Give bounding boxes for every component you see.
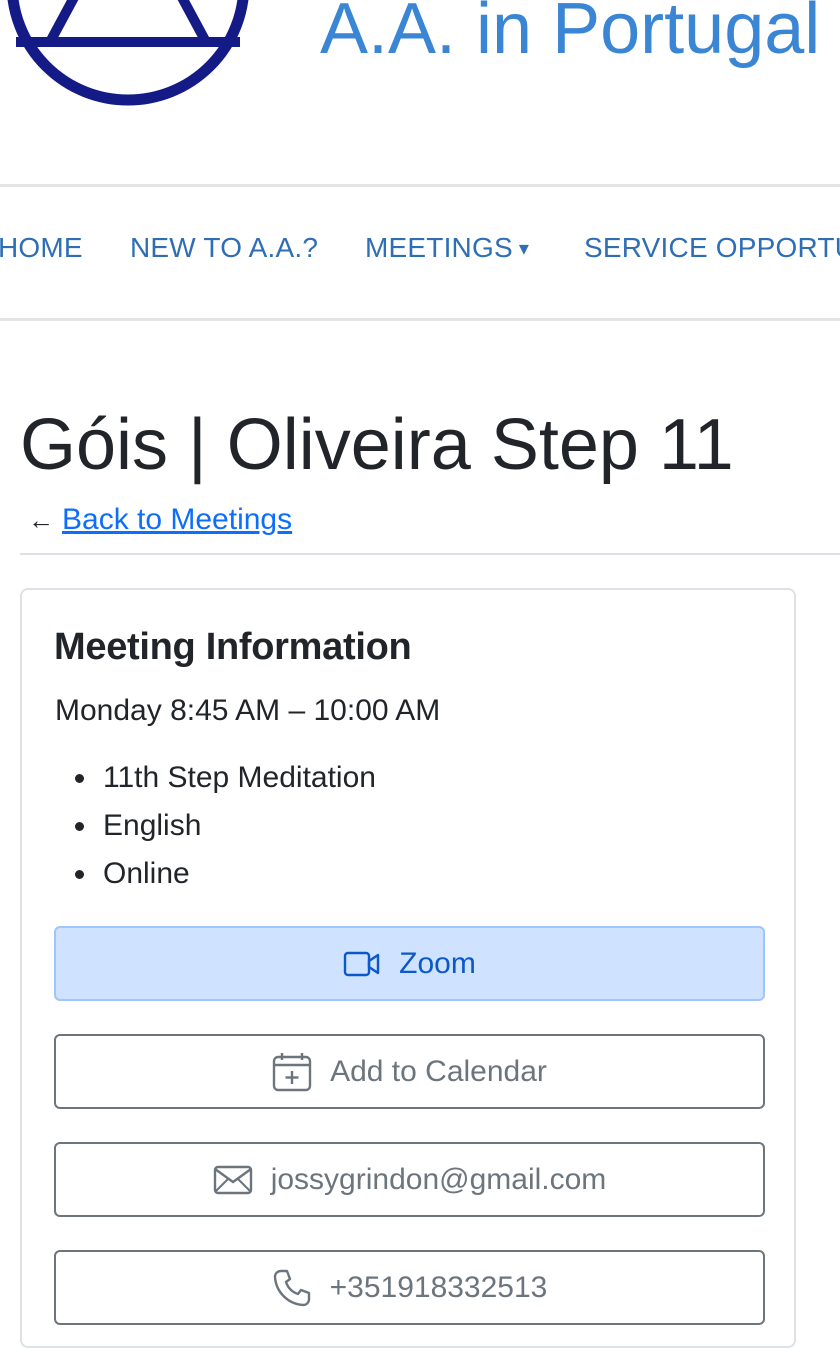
nav-item-home[interactable]: HOME: [0, 232, 83, 264]
meeting-time: Monday 8:45 AM – 10:00 AM: [55, 694, 441, 727]
aa-logo-icon[interactable]: [0, 0, 260, 120]
nav-item-service-opportunities[interactable]: SERVICE OPPORTUNITIES: [584, 232, 840, 264]
back-to-meetings-link[interactable]: Back to Meetings: [62, 503, 292, 537]
page-title: Góis | Oliveira Step 11: [20, 405, 734, 485]
list-item: Online: [55, 850, 376, 898]
add-to-calendar-label: Add to Calendar: [330, 1054, 547, 1088]
nav-top-rule: [0, 184, 840, 187]
email-label: jossygrindon@gmail.com: [270, 1162, 607, 1196]
envelope-icon: [213, 1165, 253, 1195]
phone-label: +351918332513: [329, 1270, 548, 1304]
nav-bottom-rule: [0, 318, 840, 321]
phone-button[interactable]: +351918332513: [54, 1250, 765, 1325]
nav-item-meetings[interactable]: MEETINGS ▾: [365, 232, 529, 264]
zoom-button[interactable]: Zoom: [54, 926, 765, 1001]
add-to-calendar-button[interactable]: Add to Calendar: [54, 1034, 765, 1109]
back-nav: ← Back to Meetings: [28, 500, 292, 540]
nav-item-new-to-aa[interactable]: NEW TO A.A.?: [130, 232, 318, 264]
site-title[interactable]: A.A. in Portugal: [320, 0, 820, 70]
card-heading: Meeting Information: [54, 626, 412, 668]
email-button[interactable]: jossygrindon@gmail.com: [54, 1142, 765, 1217]
arrow-left-icon: ←: [28, 505, 54, 535]
list-item: English: [55, 802, 376, 850]
site-header: A.A. in Portugal: [0, 0, 840, 185]
calendar-plus-icon: [272, 1052, 312, 1092]
video-icon: [343, 950, 381, 978]
phone-icon: [272, 1268, 312, 1308]
main-nav: HOME NEW TO A.A.? MEETINGS ▾ SERVICE OPPO…: [0, 232, 840, 272]
meeting-types-list: 11th Step Meditation English Online: [55, 754, 376, 898]
chevron-down-icon: ▾: [518, 238, 530, 260]
nav-item-meetings-label: MEETINGS: [365, 232, 513, 263]
list-item: 11th Step Meditation: [55, 754, 376, 802]
title-divider: [20, 553, 840, 555]
zoom-button-label: Zoom: [399, 946, 476, 980]
